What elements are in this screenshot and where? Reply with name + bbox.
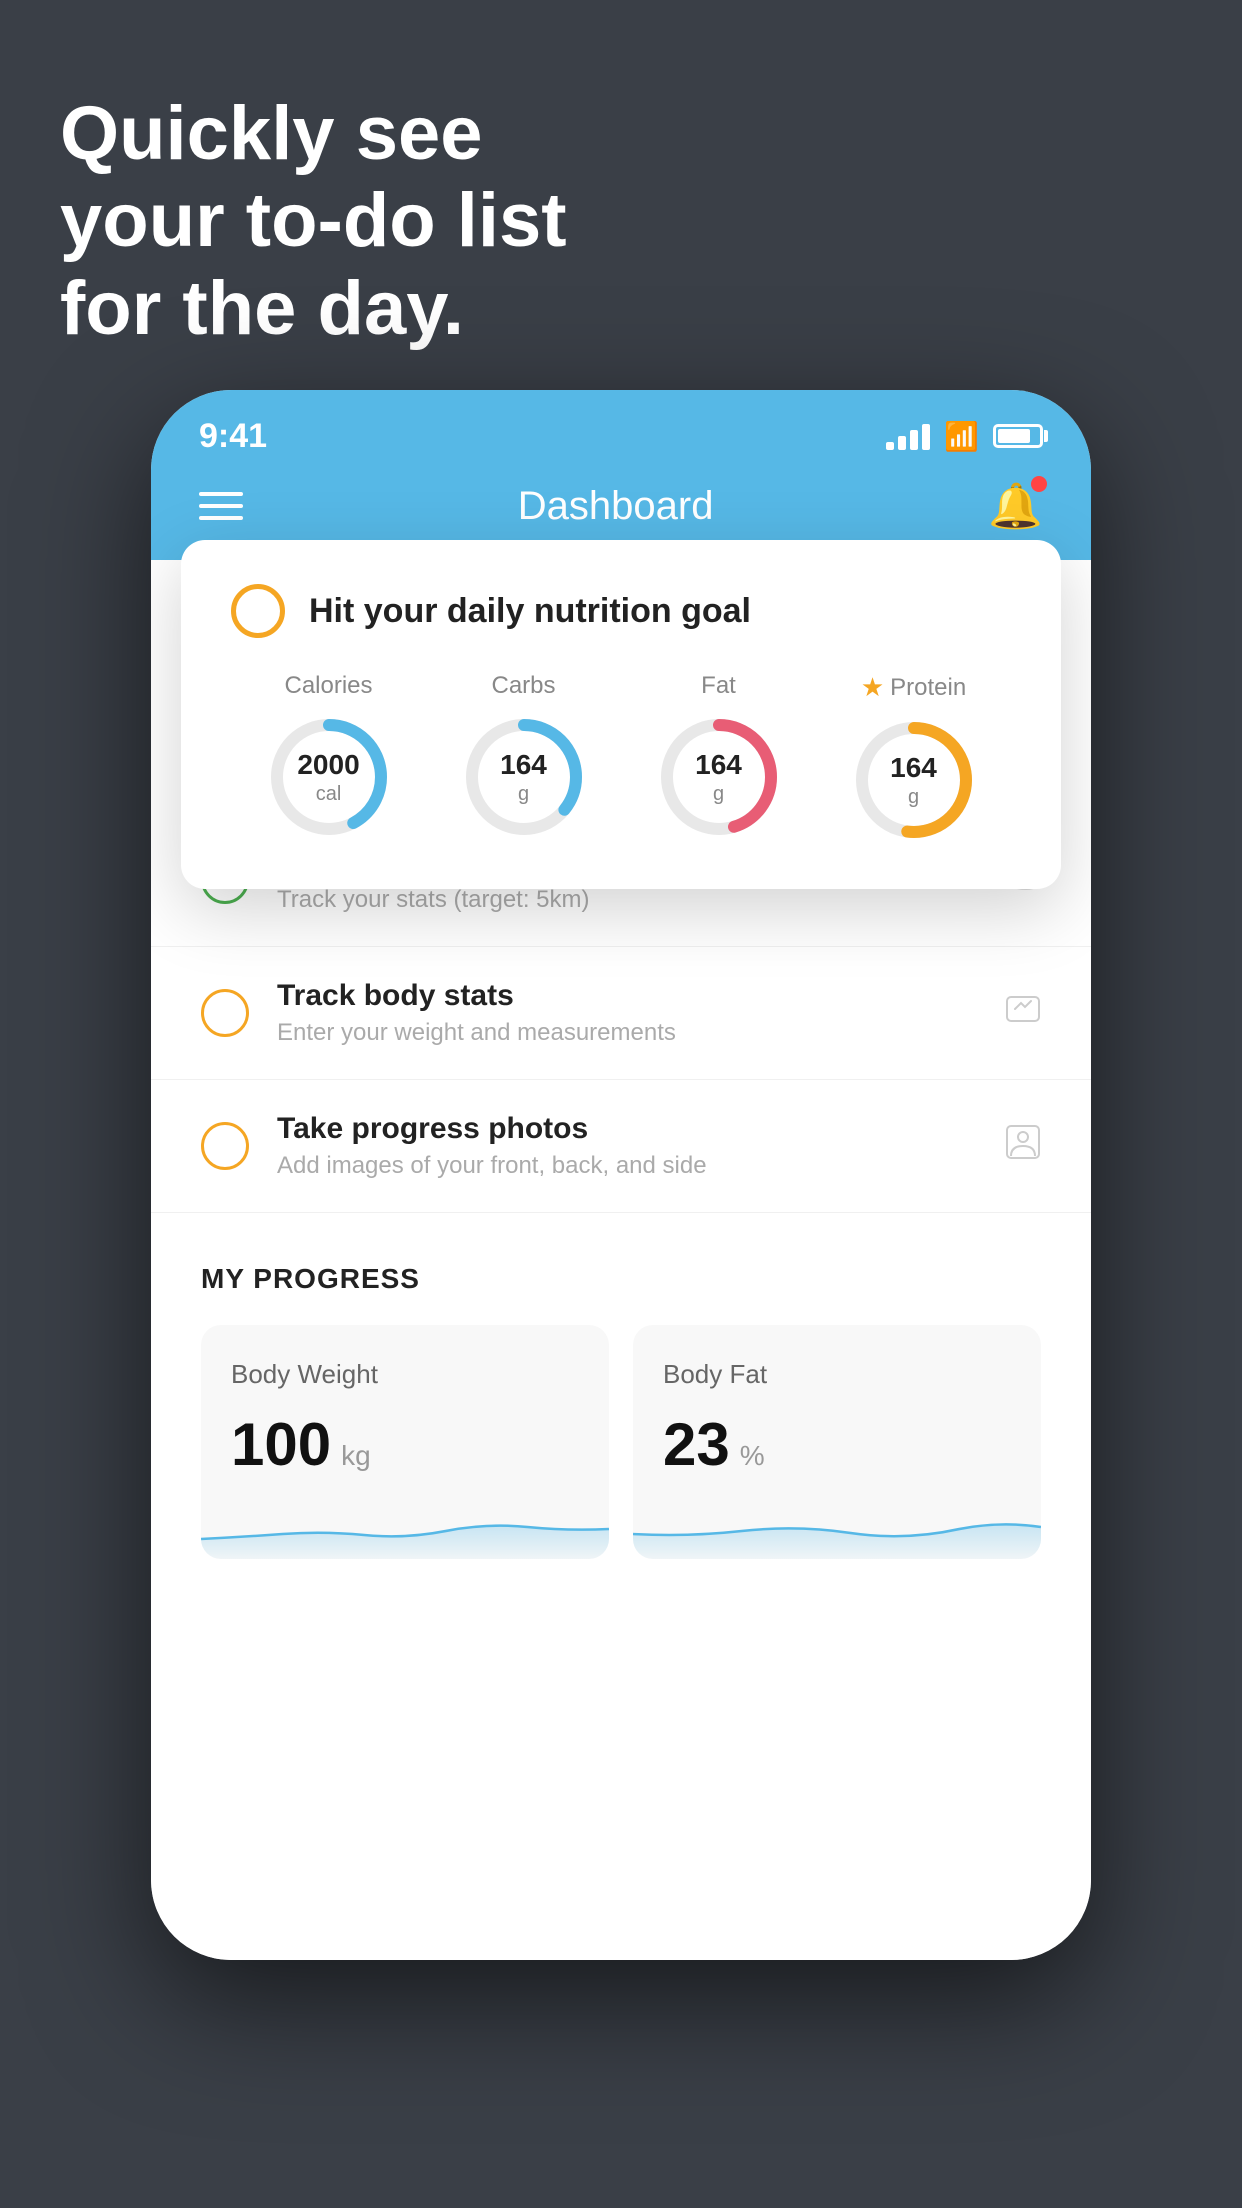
body-fat-graph	[633, 1499, 1041, 1559]
carbs-unit: g	[500, 782, 547, 806]
menu-button[interactable]	[199, 492, 243, 520]
carbs-label: Carbs	[491, 672, 555, 700]
background-headline: Quickly see your to-do list for the day.	[60, 90, 567, 352]
protein-donut: 164 g	[849, 715, 979, 845]
body-weight-graph	[201, 1499, 609, 1559]
carbs-value-center: 164 g	[500, 748, 547, 806]
todo-item-progress-photos[interactable]: Take progress photos Add images of your …	[151, 1080, 1091, 1213]
nutrition-calories: Calories 2000 cal	[264, 672, 394, 842]
calories-label: Calories	[284, 672, 372, 700]
notification-badge	[1031, 476, 1047, 492]
body-weight-card[interactable]: Body Weight 100 kg	[201, 1325, 609, 1559]
body-fat-card[interactable]: Body Fat 23 %	[633, 1325, 1041, 1559]
protein-value: 164	[890, 751, 937, 785]
carbs-value: 164	[500, 748, 547, 782]
nutrition-row: Calories 2000 cal	[231, 672, 1011, 845]
todo-subtitle-photos: Add images of your front, back, and side	[277, 1152, 977, 1180]
fat-value-center: 164 g	[695, 748, 742, 806]
todo-text-body-stats: Track body stats Enter your weight and m…	[277, 979, 977, 1047]
body-weight-unit: kg	[341, 1440, 371, 1472]
scale-icon	[1005, 991, 1041, 1036]
person-icon	[1005, 1124, 1041, 1169]
body-fat-title: Body Fat	[663, 1359, 1011, 1390]
carbs-donut: 164 g	[459, 712, 589, 842]
nutrition-carbs: Carbs 164 g	[459, 672, 589, 842]
status-icons: 📶	[886, 420, 1043, 453]
card-circle-indicator	[231, 584, 285, 638]
calories-value: 2000	[297, 748, 359, 782]
notification-button[interactable]: 🔔	[988, 480, 1043, 532]
calories-unit: cal	[297, 782, 359, 806]
phone-screen: 9:41 📶 Dashboard 🔔	[151, 390, 1091, 1960]
progress-header: MY PROGRESS	[201, 1263, 1041, 1295]
todo-subtitle-body-stats: Enter your weight and measurements	[277, 1019, 977, 1047]
card-title: Hit your daily nutrition goal	[309, 592, 751, 631]
battery-icon	[993, 424, 1043, 448]
body-weight-value-row: 100 kg	[231, 1410, 579, 1479]
fat-label: Fat	[701, 672, 736, 700]
todo-circle-body-stats	[201, 989, 249, 1037]
fat-value: 164	[695, 748, 742, 782]
body-fat-unit: %	[740, 1440, 765, 1472]
todo-circle-photos	[201, 1122, 249, 1170]
todo-title-photos: Take progress photos	[277, 1112, 977, 1146]
protein-unit: g	[890, 785, 937, 809]
phone-frame: 9:41 📶 Dashboard 🔔	[151, 390, 1091, 1960]
calories-donut: 2000 cal	[264, 712, 394, 842]
protein-label: ★ Protein	[861, 672, 966, 703]
body-fat-value-row: 23 %	[663, 1410, 1011, 1479]
signal-icon	[886, 422, 930, 450]
status-time: 9:41	[199, 417, 267, 456]
body-fat-value: 23	[663, 1410, 730, 1479]
main-content: THINGS TO DO TODAY Hit your daily nutrit…	[151, 560, 1091, 1960]
star-icon: ★	[861, 672, 884, 703]
nutrition-fat: Fat 164 g	[654, 672, 784, 842]
wifi-icon: 📶	[944, 420, 979, 453]
todo-title-body-stats: Track body stats	[277, 979, 977, 1013]
protein-value-center: 164 g	[890, 751, 937, 809]
progress-section: MY PROGRESS Body Weight 100 kg	[151, 1213, 1091, 1599]
fat-unit: g	[695, 782, 742, 806]
progress-cards: Body Weight 100 kg	[201, 1325, 1041, 1559]
body-weight-title: Body Weight	[231, 1359, 579, 1390]
nutrition-protein: ★ Protein 164 g	[849, 672, 979, 845]
todo-text-photos: Take progress photos Add images of your …	[277, 1112, 977, 1180]
nutrition-card: Hit your daily nutrition goal Calories	[181, 540, 1061, 889]
nav-title: Dashboard	[518, 484, 714, 529]
calories-value-center: 2000 cal	[297, 748, 359, 806]
body-weight-value: 100	[231, 1410, 331, 1479]
card-title-row: Hit your daily nutrition goal	[231, 584, 1011, 638]
todo-item-body-stats[interactable]: Track body stats Enter your weight and m…	[151, 947, 1091, 1080]
fat-donut: 164 g	[654, 712, 784, 842]
todo-subtitle-running: Track your stats (target: 5km)	[277, 886, 975, 914]
status-bar: 9:41 📶	[151, 390, 1091, 470]
